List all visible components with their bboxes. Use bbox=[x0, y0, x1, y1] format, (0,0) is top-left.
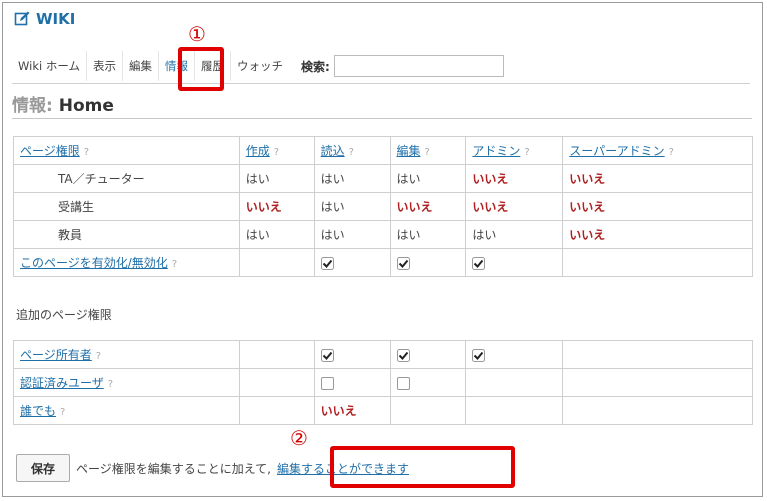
help-icon[interactable]: ? bbox=[60, 407, 65, 418]
permission-cell: いいえ bbox=[389, 192, 467, 221]
annotation-marker-2: ② bbox=[290, 426, 308, 450]
header-page-permission[interactable]: ページ権限 bbox=[20, 144, 80, 158]
role-label: TA／チューター bbox=[13, 164, 240, 193]
permission-cell[interactable] bbox=[313, 340, 391, 369]
checkmark-icon[interactable] bbox=[396, 256, 410, 270]
enable-disable-link[interactable]: このページを有効化/無効化 bbox=[20, 256, 168, 270]
edit-icon bbox=[14, 11, 30, 26]
help-icon[interactable]: ? bbox=[425, 147, 430, 158]
checkbox-unchecked[interactable] bbox=[320, 376, 334, 390]
permission-cell[interactable] bbox=[313, 368, 391, 397]
help-icon[interactable]: ? bbox=[669, 147, 674, 158]
permission-cell bbox=[238, 368, 315, 397]
permission-cell bbox=[465, 396, 564, 425]
tab-edit[interactable]: 編集 bbox=[123, 51, 159, 81]
table-row: 教員 はい はい はい はい いいえ bbox=[13, 220, 753, 249]
permission-cell: いいえ bbox=[465, 164, 564, 193]
highlight-box-edit-link bbox=[330, 446, 515, 488]
enable-cell[interactable] bbox=[465, 248, 564, 277]
search-input[interactable] bbox=[333, 55, 504, 77]
permission-cell: はい bbox=[238, 220, 315, 249]
help-icon[interactable]: ? bbox=[524, 147, 529, 158]
checkmark-icon[interactable] bbox=[320, 256, 334, 270]
tab-bar: Wiki ホーム 表示 編集 情報 履歴 ウォッチ 検索: bbox=[12, 49, 750, 84]
header-create[interactable]: 作成 bbox=[246, 144, 270, 158]
permission-cell: はい bbox=[313, 192, 391, 221]
permission-cell: はい bbox=[389, 220, 467, 249]
enable-cell[interactable] bbox=[313, 248, 391, 277]
page-title: 情報: Home bbox=[12, 91, 114, 116]
permission-cell bbox=[389, 396, 467, 425]
checkmark-icon[interactable] bbox=[396, 348, 410, 362]
additional-permissions-label: 追加のページ権限 bbox=[16, 308, 112, 322]
permission-cell bbox=[562, 340, 753, 369]
anyone-link[interactable]: 誰でも bbox=[20, 404, 56, 418]
header-super-admin[interactable]: スーパーアドミン bbox=[569, 144, 664, 158]
search-label: 検索: bbox=[300, 59, 330, 74]
permission-cell: いいえ bbox=[465, 192, 564, 221]
tab-wiki-home[interactable]: Wiki ホーム bbox=[12, 51, 87, 81]
table-row: 誰でも? いいえ bbox=[13, 396, 753, 425]
permission-cell bbox=[465, 368, 564, 397]
permission-cell[interactable] bbox=[389, 340, 467, 369]
highlight-box-info-tab bbox=[178, 47, 224, 91]
help-icon[interactable]: ? bbox=[274, 147, 279, 158]
title-divider bbox=[12, 118, 752, 119]
tab-view[interactable]: 表示 bbox=[87, 51, 123, 81]
permission-cell: いいえ bbox=[562, 220, 753, 249]
permission-cell bbox=[562, 368, 753, 397]
checkbox-unchecked[interactable] bbox=[396, 376, 410, 390]
wiki-header: WIKI bbox=[14, 6, 75, 32]
permission-cell: いいえ bbox=[238, 192, 315, 221]
page-title-prefix: 情報: bbox=[12, 96, 53, 116]
role-label: 教員 bbox=[13, 220, 240, 249]
permission-cell: はい bbox=[238, 164, 315, 193]
permission-cell: はい bbox=[313, 164, 391, 193]
annotation-marker-1: ① bbox=[188, 22, 206, 46]
permission-cell bbox=[238, 396, 315, 425]
help-icon[interactable]: ? bbox=[96, 351, 101, 362]
header-admin[interactable]: アドミン bbox=[472, 144, 520, 158]
table-row: TA／チューター はい はい はい いいえ いいえ bbox=[13, 164, 753, 193]
authenticated-users-link[interactable]: 認証済みユーザ bbox=[20, 376, 104, 390]
help-icon[interactable]: ? bbox=[84, 147, 89, 158]
permission-cell: はい bbox=[465, 220, 564, 249]
checkmark-icon[interactable] bbox=[472, 348, 486, 362]
permissions-table: ページ権限? 作成? 読込? 編集? アドミン? スーパーアドミン? TA／チュ… bbox=[13, 136, 753, 277]
checkmark-icon[interactable] bbox=[472, 256, 486, 270]
page-owner-link[interactable]: ページ所有者 bbox=[20, 348, 92, 362]
header-read[interactable]: 読込 bbox=[321, 144, 345, 158]
role-label: 受講生 bbox=[13, 192, 240, 221]
page-title-name: Home bbox=[58, 96, 114, 116]
permission-cell bbox=[562, 396, 753, 425]
enable-cell bbox=[238, 248, 315, 277]
table-row: 受講生 いいえ はい いいえ いいえ いいえ bbox=[13, 192, 753, 221]
table-header-row: ページ権限? 作成? 読込? 編集? アドミン? スーパーアドミン? bbox=[13, 136, 753, 165]
permission-cell: はい bbox=[313, 220, 391, 249]
permission-cell[interactable] bbox=[389, 368, 467, 397]
save-button[interactable]: 保存 bbox=[16, 454, 71, 482]
tab-watch[interactable]: ウォッチ bbox=[231, 51, 289, 81]
permission-cell: いいえ bbox=[562, 164, 753, 193]
permission-cell[interactable] bbox=[465, 340, 564, 369]
additional-permissions-table: ページ所有者? 認証済みユーザ? 誰でも? いいえ bbox=[13, 340, 753, 425]
permission-cell bbox=[238, 340, 315, 369]
permission-cell: はい bbox=[389, 164, 467, 193]
header-edit[interactable]: 編集 bbox=[397, 144, 421, 158]
table-row: ページ所有者? bbox=[13, 340, 753, 369]
table-row: 認証済みユーザ? bbox=[13, 368, 753, 397]
footer-description: ページ権限を編集することに加えて, bbox=[76, 461, 271, 476]
wiki-title: WIKI bbox=[36, 10, 76, 28]
help-icon[interactable]: ? bbox=[108, 379, 113, 390]
permission-cell: いいえ bbox=[562, 192, 753, 221]
table-row: このページを有効化/無効化? bbox=[13, 248, 753, 277]
enable-cell[interactable] bbox=[389, 248, 467, 277]
permission-cell: いいえ bbox=[313, 396, 391, 425]
enable-cell bbox=[562, 248, 753, 277]
checkmark-icon[interactable] bbox=[320, 348, 334, 362]
help-icon[interactable]: ? bbox=[172, 259, 177, 270]
help-icon[interactable]: ? bbox=[349, 147, 354, 158]
